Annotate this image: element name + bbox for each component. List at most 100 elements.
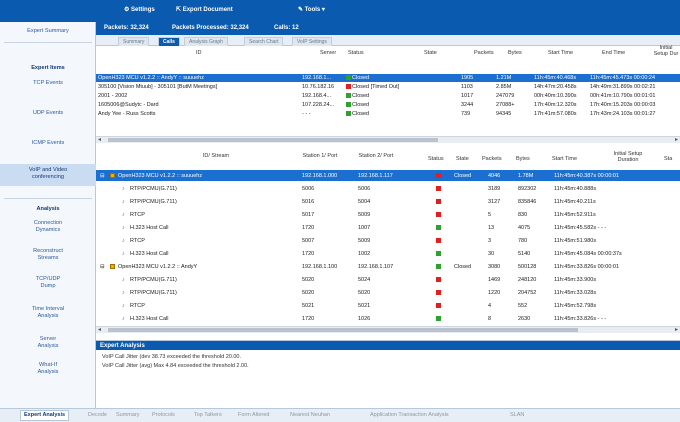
col-header-station2[interactable]: Station 2/ Port bbox=[352, 153, 400, 159]
horizontal-scrollbar-2[interactable]: ◂ ▸ bbox=[96, 326, 680, 333]
divider bbox=[4, 42, 92, 43]
col-header-state[interactable]: State bbox=[424, 50, 437, 56]
sidebar-item-voip-video[interactable]: VoIP and Video conferencing bbox=[0, 164, 96, 186]
scroll-thumb[interactable] bbox=[108, 138, 438, 142]
cell-packets: 30 bbox=[488, 250, 495, 257]
sidebar-item-icmp-events[interactable]: ICMP Events bbox=[0, 140, 96, 147]
col-header-start2[interactable]: Start Time bbox=[552, 156, 577, 162]
call-group-row[interactable]: ⊟ OpenH323 MCU v1.2.2 :: suuuehz 192.168.1… bbox=[96, 170, 680, 181]
bottom-tab-protocols[interactable]: Protocols bbox=[152, 412, 175, 418]
cell-p1: 5007 bbox=[302, 237, 315, 244]
bottom-tab-nearest-neuhan[interactable]: Nearest Neuhan bbox=[290, 412, 330, 418]
expert-message[interactable]: VoIP Call Jitter (avg) Max 4.84 exceeded… bbox=[102, 363, 249, 369]
expert-message[interactable]: VoIP Call Jitter (dev 38.73 exceeded the… bbox=[102, 354, 241, 360]
stream-row[interactable]: ♪ H.323 Host Call 1720 1026 8 2630 11h:45m:33.… bbox=[96, 313, 680, 324]
status-indicator-icon bbox=[436, 173, 441, 178]
table-row[interactable]: 1605006@Sudytc - Dard 107.228.24... Closed… bbox=[96, 101, 680, 109]
gear-icon: ⚙ bbox=[124, 7, 132, 13]
table-row[interactable]: Andy Yee - Russ Scotts - - - Closed 739 9434… bbox=[96, 110, 680, 118]
sidebar-item-server-analysis[interactable]: Server Analysis bbox=[0, 336, 96, 350]
tab-analysis-graph[interactable]: Analysis Graph bbox=[184, 37, 228, 46]
scroll-left-icon[interactable]: ◂ bbox=[98, 326, 101, 333]
cell-start: 11h:45m:33.826s 00:00:01 bbox=[554, 263, 620, 270]
col-header-bytes2[interactable]: Bytes bbox=[516, 156, 530, 162]
col-header-sta[interactable]: Sta bbox=[664, 156, 672, 162]
sidebar-item-time-interval[interactable]: Time Interval Analysis bbox=[0, 306, 96, 320]
tools-menu[interactable]: ✎ Tools ▾ bbox=[298, 6, 325, 13]
call-group-row[interactable]: ⊟ OpenH323 MCU v1.2.2 :: AndyY 192.168.1.1… bbox=[96, 261, 680, 272]
stream-row[interactable]: ♪ RTCP 5007 5009 3 780 11h:45m:51.980s bbox=[96, 235, 680, 246]
col-header-bytes[interactable]: Bytes bbox=[508, 50, 522, 56]
stream-row[interactable]: ♪ RTP/PCMU(G.711) 5020 5024 1469 248120 11h:45… bbox=[96, 274, 680, 285]
status-indicator-icon bbox=[436, 277, 441, 282]
col-header-station1[interactable]: Station 1/ Port bbox=[296, 153, 344, 159]
sidebar-item-tcp-udp-dump[interactable]: TCP/UDP Dump bbox=[0, 276, 96, 290]
call-icon bbox=[110, 173, 115, 178]
col-header-setup2[interactable]: Initial Setup Duration bbox=[606, 151, 650, 163]
status-indicator-icon bbox=[436, 290, 441, 295]
cell-bytes: 94345 bbox=[496, 111, 512, 117]
cell-name: RTP/PCMU(G.711) bbox=[130, 276, 177, 283]
stream-row[interactable]: ♪ RTP/PCMU(G.711) 5016 5004 3127 835846 11h:45… bbox=[96, 196, 680, 207]
cell-bytes: 835846 bbox=[518, 198, 537, 205]
stream-row[interactable]: ♪ H.323 Host Call 1720 1002 30 5140 11h:45m:45… bbox=[96, 248, 680, 259]
sidebar-item-tcp-events[interactable]: TCP Events bbox=[0, 80, 96, 87]
cell-server: 10.76.182.16 bbox=[302, 84, 335, 90]
table-row[interactable]: 305100 [Vision Mtuub] - 305101 [ButM Mee… bbox=[96, 83, 680, 91]
table-row[interactable]: OpenH323 MCU v1.2.2 :: AndyY :: suuuehz 1… bbox=[96, 74, 680, 82]
horizontal-scrollbar[interactable]: ◂ ▸ bbox=[96, 136, 680, 143]
scroll-right-icon[interactable]: ▸ bbox=[675, 326, 678, 333]
col-header-packets2[interactable]: Packets bbox=[482, 156, 502, 162]
tab-search-chart[interactable]: Search Chart bbox=[244, 37, 284, 46]
sidebar-item-connection-dynamics[interactable]: Connection Dynamics bbox=[0, 220, 96, 234]
bottom-tab-slan[interactable]: SLAN bbox=[510, 412, 524, 418]
sidebar-item-what-if[interactable]: What-If Analysis bbox=[0, 362, 96, 376]
stream-row[interactable]: ♪ RTP/PCMU(G.711) 5006 5006 3189 892302 11h:45… bbox=[96, 183, 680, 194]
stream-row[interactable]: ♪ RTP/PCMU(G.711) 5020 5020 1220 204752 11h:45… bbox=[96, 287, 680, 298]
collapse-icon[interactable]: ⊟ bbox=[100, 264, 105, 270]
tab-summary[interactable]: Summary bbox=[118, 37, 150, 46]
scroll-left-icon[interactable]: ◂ bbox=[98, 136, 101, 143]
cell-bytes: 5140 bbox=[518, 250, 531, 257]
bottom-tab-summary[interactable]: Summary bbox=[116, 412, 140, 418]
col-header-end[interactable]: End Time bbox=[602, 50, 625, 56]
tab-voip-settings[interactable]: VoIP Settings bbox=[292, 37, 332, 46]
sidebar-item-udp-events[interactable]: UDP Events bbox=[0, 110, 96, 117]
col-header-id[interactable]: ID bbox=[196, 50, 202, 56]
scroll-right-icon[interactable]: ▸ bbox=[675, 136, 678, 143]
bottom-tab-expert-analysis[interactable]: Expert Analysis bbox=[20, 410, 70, 421]
bottom-tab-top-talkers[interactable]: Top Talkers bbox=[194, 412, 222, 418]
export-menu[interactable]: ⇱ Export Document bbox=[176, 6, 233, 13]
bottom-tab-form-altered[interactable]: Form Altered bbox=[238, 412, 269, 418]
col-header-state2[interactable]: State bbox=[456, 156, 469, 162]
settings-menu[interactable]: ⚙ Settings bbox=[124, 6, 155, 13]
sidebar-item-expert-summary[interactable]: Expert Summary bbox=[0, 28, 96, 35]
collapse-icon[interactable]: ⊟ bbox=[100, 173, 105, 179]
cell-end: 00h:41m:10.790s 00:01:01 bbox=[590, 93, 656, 99]
table-row[interactable]: 2001 - 2002 192.168.4... Closed 1017 247079 0… bbox=[96, 92, 680, 100]
col-header-server[interactable]: Server bbox=[320, 50, 336, 56]
cell-bytes: 204752 bbox=[518, 289, 537, 296]
stream-row[interactable]: ♪ RTCP 5021 5021 4 552 11h:45m:52.798s bbox=[96, 300, 680, 311]
stream-row[interactable]: ♪ H.323 Host Call 1720 1007 13 4075 11h:45m:45… bbox=[96, 222, 680, 233]
bottom-tab-decode[interactable]: Decode bbox=[88, 412, 107, 418]
col-header-packets[interactable]: Packets bbox=[474, 50, 494, 56]
col-header-start[interactable]: Start Time bbox=[548, 50, 573, 56]
cell-start: 11h:45m:40.211s bbox=[554, 198, 596, 205]
bottom-tab-app-transaction[interactable]: Application Transaction Analysis bbox=[370, 412, 449, 418]
tab-calls[interactable]: Calls bbox=[158, 37, 180, 46]
stream-icon: ♪ bbox=[122, 224, 125, 231]
scroll-thumb[interactable] bbox=[108, 328, 578, 332]
cell-p2: 1026 bbox=[358, 315, 371, 322]
col-header-status[interactable]: Status bbox=[348, 50, 364, 56]
sidebar-item-reconstruct-streams[interactable]: Reconstruct Streams bbox=[0, 248, 96, 262]
sidebar: Expert Summary Expert Items TCP Events U… bbox=[0, 22, 96, 408]
col-header-status2[interactable]: Status bbox=[428, 156, 444, 162]
cell-start: 11h:45m:33.900s bbox=[554, 276, 597, 283]
cell-start: 11h:45m:33.028s bbox=[554, 289, 597, 296]
col-header-id-stream[interactable]: ID/ Stream bbox=[196, 153, 236, 159]
cell-name: RTP/PCMU(G.711) bbox=[130, 289, 177, 296]
cell-packets: 5 bbox=[488, 211, 492, 218]
stream-row[interactable]: ♪ RTCP 5017 5009 5 830 11h:45m:52.911s bbox=[96, 209, 680, 220]
col-header-setup[interactable]: Initial Setup Dur bbox=[652, 45, 680, 57]
